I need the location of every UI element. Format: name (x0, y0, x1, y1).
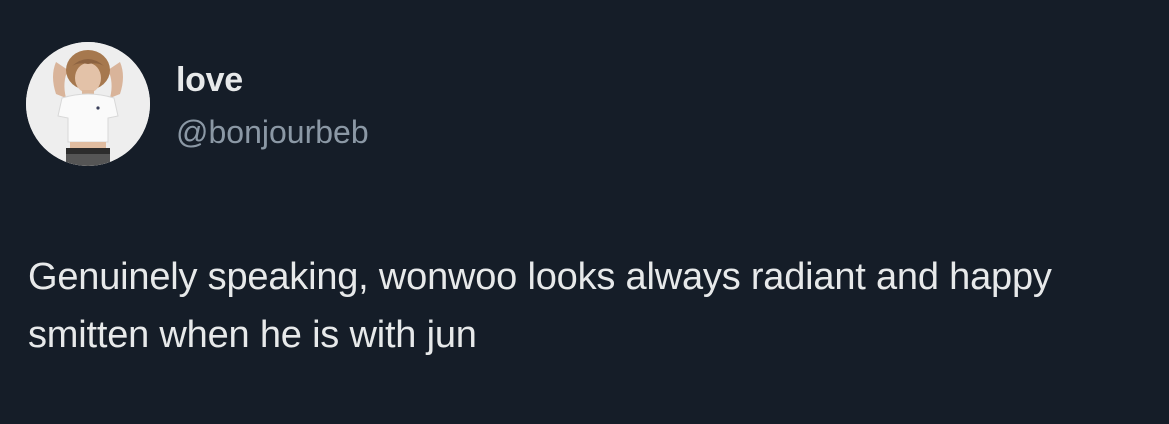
tweet-card: love @bonjourbeb Genuinely speaking, won… (0, 0, 1169, 424)
tweet-text: Genuinely speaking, wonwoo looks always … (28, 256, 1052, 356)
profile-photo-icon (26, 42, 150, 166)
display-name[interactable]: love (176, 60, 243, 100)
user-handle[interactable]: @bonjourbeb (176, 112, 369, 152)
avatar[interactable] (26, 42, 150, 166)
